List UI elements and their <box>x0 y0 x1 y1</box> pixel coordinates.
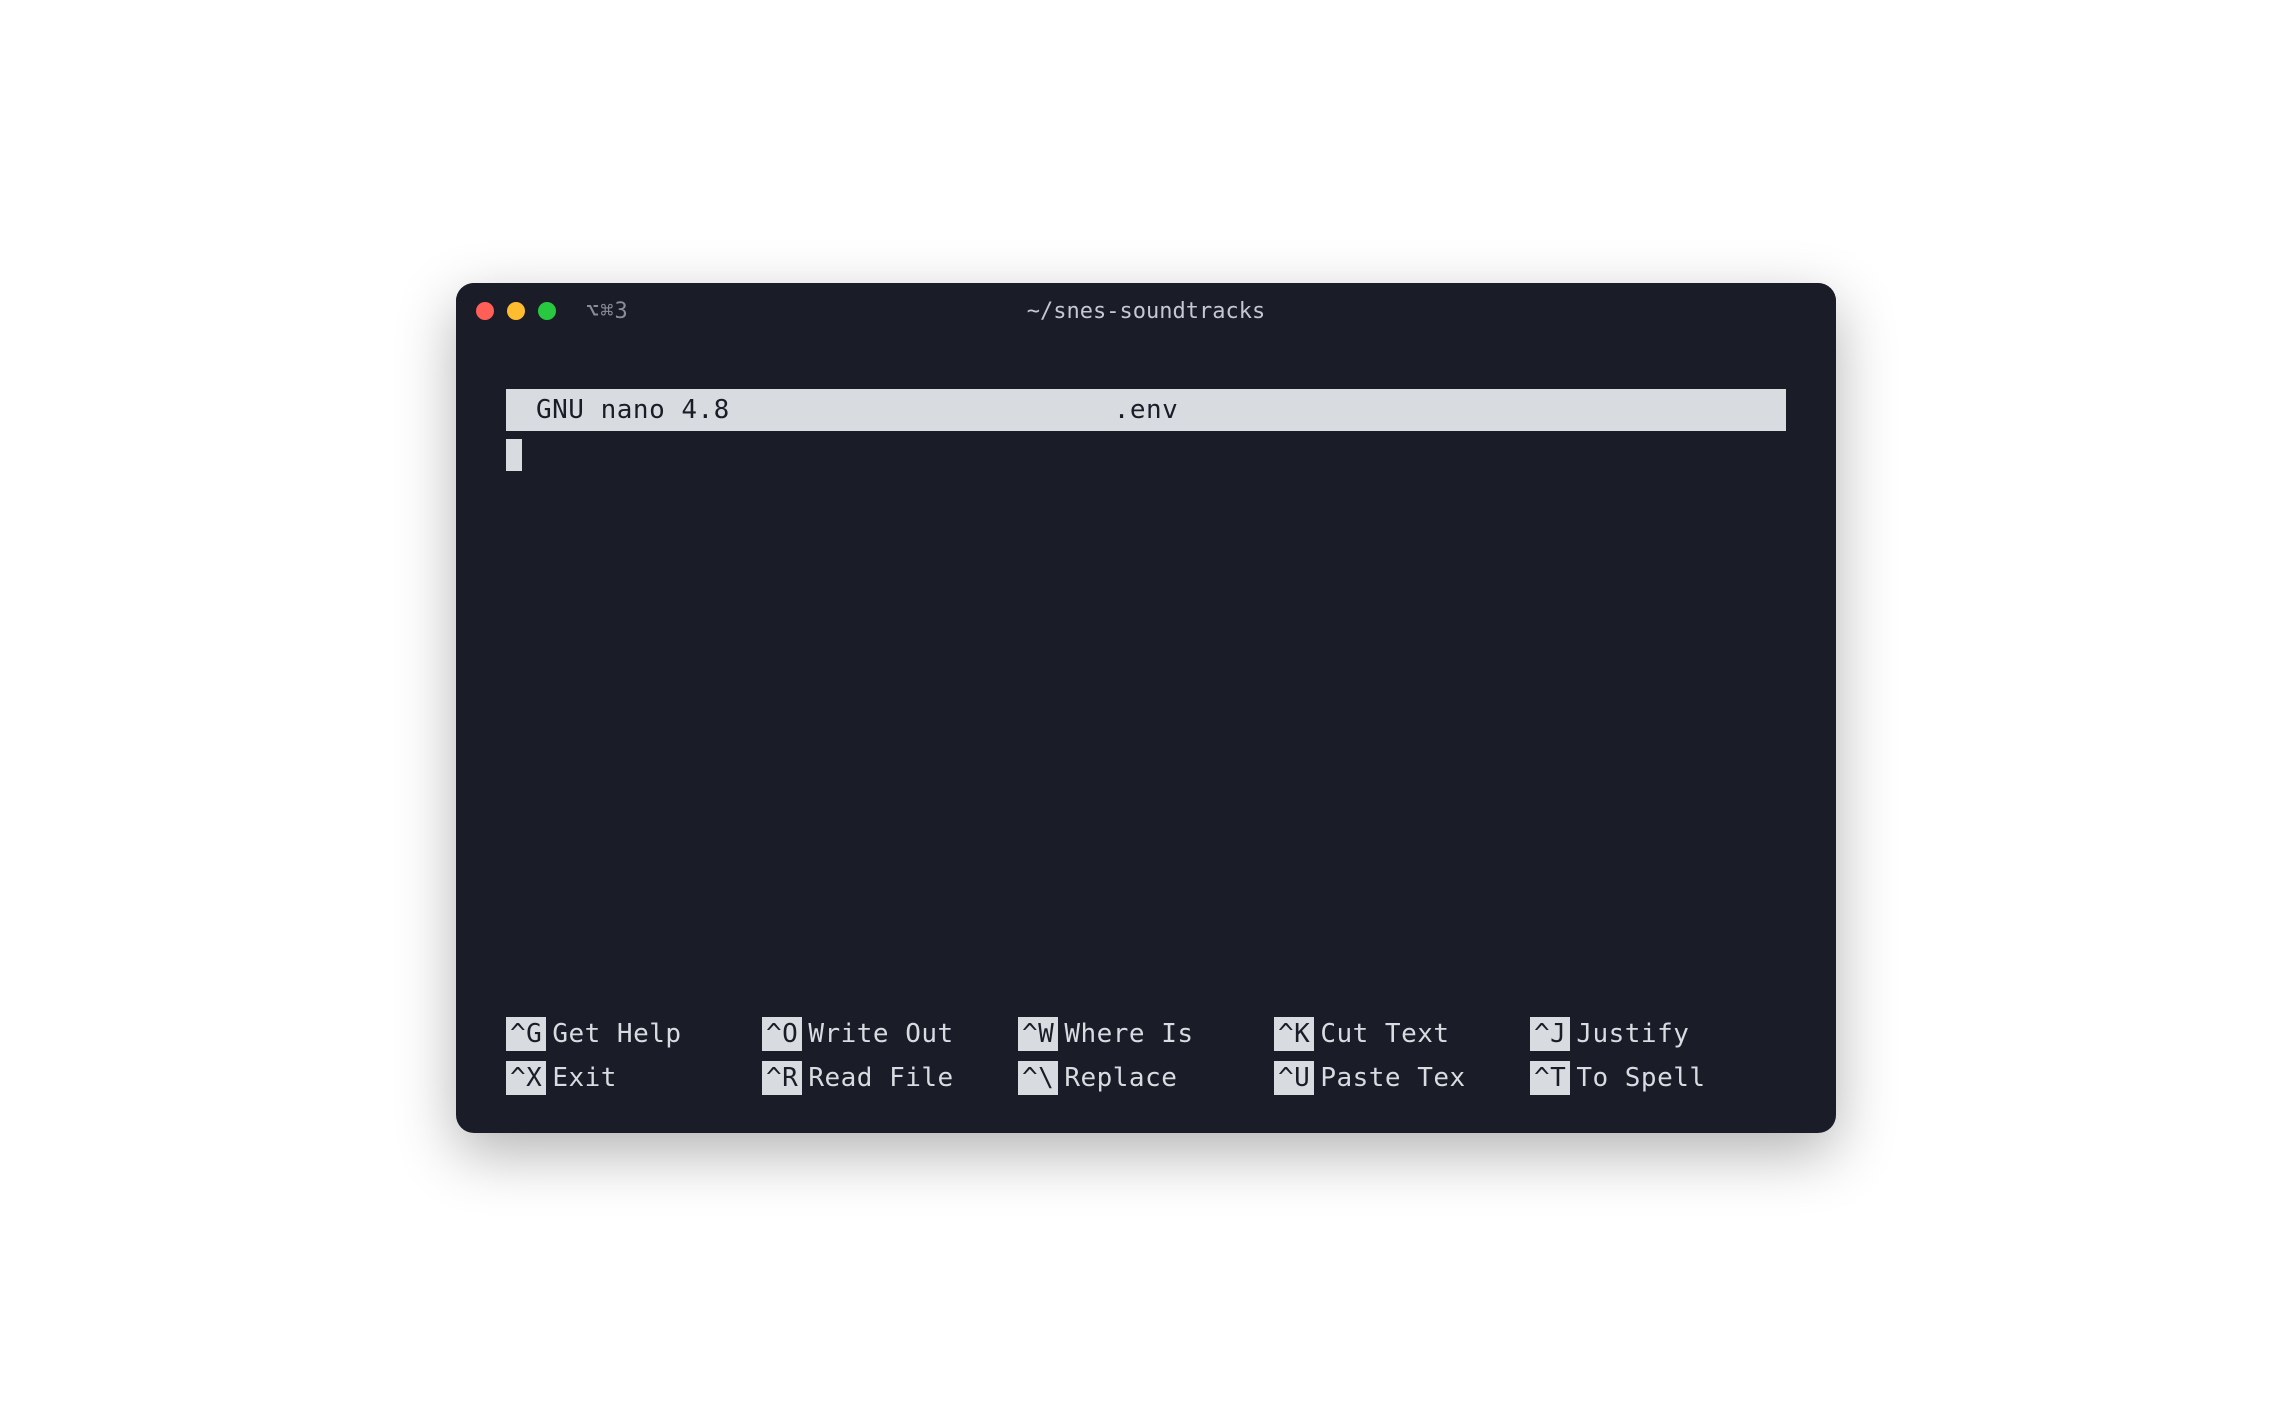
shortcut-row-1: ^G Get Help ^O Write Out ^W Where Is ^K … <box>506 1017 1786 1051</box>
shortcut-key: ^T <box>1530 1061 1570 1095</box>
shortcut-bar: ^G Get Help ^O Write Out ^W Where Is ^K … <box>506 1017 1786 1113</box>
shortcut-label: Where Is <box>1058 1019 1193 1049</box>
shortcut-write-out: ^O Write Out <box>762 1017 1018 1051</box>
shortcut-label: Exit <box>546 1063 617 1093</box>
titlebar: ⌥⌘3 ~/snes-soundtracks <box>456 283 1836 339</box>
shortcut-where-is: ^W Where Is <box>1018 1017 1274 1051</box>
shortcut-get-help: ^G Get Help <box>506 1017 762 1051</box>
shortcut-label: Get Help <box>546 1019 681 1049</box>
shortcut-key: ^J <box>1530 1017 1570 1051</box>
shortcut-label: Cut Text <box>1314 1019 1449 1049</box>
shortcut-label: Replace <box>1058 1063 1177 1093</box>
shortcut-label: Read File <box>802 1063 953 1093</box>
shortcut-paste-text: ^U Paste Tex <box>1274 1061 1530 1095</box>
editor-area[interactable] <box>506 431 1786 1017</box>
close-button[interactable] <box>476 302 494 320</box>
shortcut-to-spell: ^T To Spell <box>1530 1061 1786 1095</box>
cursor <box>506 439 522 471</box>
shortcut-key: ^K <box>1274 1017 1314 1051</box>
shortcut-key: ^G <box>506 1017 546 1051</box>
nano-file-name: .env <box>1114 395 1179 425</box>
terminal-body[interactable]: GNU nano 4.8 .env ^G Get Help ^O Write O… <box>456 339 1836 1133</box>
shortcut-replace: ^\ Replace <box>1018 1061 1274 1095</box>
shortcut-key: ^O <box>762 1017 802 1051</box>
minimize-button[interactable] <box>507 302 525 320</box>
terminal-window: ⌥⌘3 ~/snes-soundtracks GNU nano 4.8 .env… <box>456 283 1836 1133</box>
window-title: ~/snes-soundtracks <box>1027 299 1265 324</box>
shortcut-cut-text: ^K Cut Text <box>1274 1017 1530 1051</box>
shortcut-exit: ^X Exit <box>506 1061 762 1095</box>
shortcut-label: Paste Tex <box>1314 1063 1465 1093</box>
tab-indicator: ⌥⌘3 <box>586 299 629 324</box>
shortcut-label: Write Out <box>802 1019 953 1049</box>
nano-app-name: GNU nano 4.8 <box>506 395 730 425</box>
maximize-button[interactable] <box>538 302 556 320</box>
shortcut-justify: ^J Justify <box>1530 1017 1786 1051</box>
shortcut-key: ^R <box>762 1061 802 1095</box>
shortcut-label: Justify <box>1570 1019 1689 1049</box>
shortcut-key: ^\ <box>1018 1061 1058 1095</box>
shortcut-key: ^U <box>1274 1061 1314 1095</box>
shortcut-key: ^X <box>506 1061 546 1095</box>
nano-header: GNU nano 4.8 .env <box>506 389 1786 431</box>
traffic-lights <box>476 302 556 320</box>
shortcut-label: To Spell <box>1570 1063 1705 1093</box>
shortcut-key: ^W <box>1018 1017 1058 1051</box>
shortcut-read-file: ^R Read File <box>762 1061 1018 1095</box>
shortcut-row-2: ^X Exit ^R Read File ^\ Replace ^U Paste… <box>506 1061 1786 1095</box>
